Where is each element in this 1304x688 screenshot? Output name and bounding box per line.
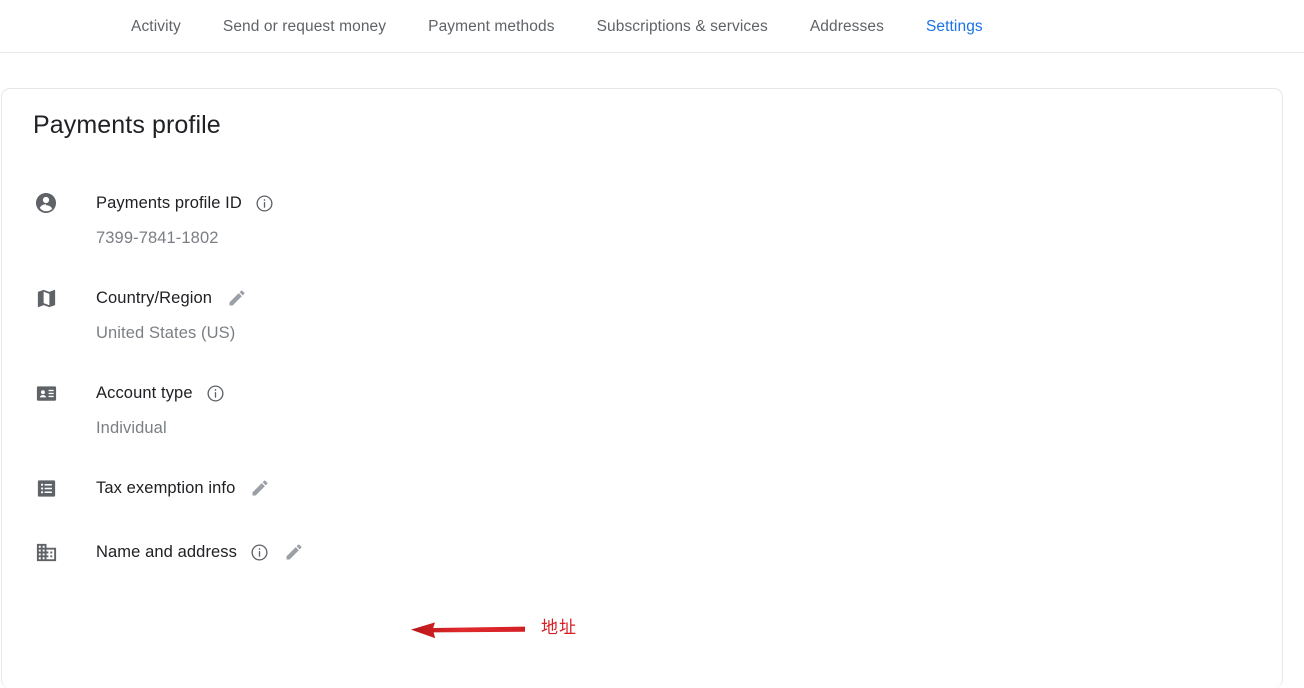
info-icon[interactable] (206, 384, 225, 403)
field-row-tax-exemption-info: Tax exemption info (2, 472, 1282, 504)
field-header: Account type (2, 377, 1282, 409)
field-row-payments-profile-id: Payments profile ID 7399-7841-1802 (2, 187, 1282, 248)
payments-profile-card: Payments profile Payments profile ID 739… (1, 88, 1283, 688)
field-value: United States (US) (96, 324, 236, 342)
info-icon[interactable] (250, 543, 269, 562)
tab-send-or-request-money[interactable]: Send or request money (223, 0, 386, 53)
field-header: Payments profile ID (2, 187, 1282, 219)
edit-pencil-icon[interactable] (283, 542, 304, 563)
row-spacer (2, 248, 1282, 282)
tab-settings-label: Settings (925, 17, 983, 35)
field-label: Tax exemption info (96, 478, 236, 497)
tab-addresses-label: Addresses (809, 17, 884, 35)
field-header: Tax exemption info (2, 472, 1282, 504)
tab-send-or-request-money-label: Send or request money (222, 17, 387, 35)
field-row-country-region: Country/Region United States (US) (2, 282, 1282, 343)
tab-activity-label: Activity (131, 17, 181, 35)
tab-activity[interactable]: Activity (131, 0, 181, 53)
row-spacer (2, 504, 1282, 536)
edit-pencil-icon[interactable] (249, 478, 270, 499)
tab-list: Activity Send or request money Payment m… (0, 0, 1304, 53)
list-receipt-icon (33, 475, 59, 501)
row-spacer (2, 343, 1282, 377)
field-label: Account type (96, 383, 193, 402)
edit-pencil-icon[interactable] (226, 288, 247, 309)
annotation-text: 地址 (541, 618, 577, 637)
field-header: Country/Region (2, 282, 1282, 314)
tab-payment-methods-label: Payment methods (428, 17, 555, 35)
account-circle-icon (33, 190, 59, 216)
tab-settings[interactable]: Settings (926, 0, 983, 53)
contact-card-icon (33, 380, 59, 406)
row-spacer (2, 438, 1282, 472)
map-icon (33, 285, 59, 311)
field-row-account-type: Account type Individual (2, 377, 1282, 438)
field-header: Name and address (2, 536, 1282, 568)
field-value: Individual (96, 419, 167, 437)
tab-addresses[interactable]: Addresses (810, 0, 884, 53)
primary-navigation-tabbar: Activity Send or request money Payment m… (0, 0, 1304, 53)
page-title: Payments profile (33, 111, 221, 139)
info-icon[interactable] (255, 194, 274, 213)
field-label: Payments profile ID (96, 193, 242, 212)
field-row-name-and-address: Name and address (2, 536, 1282, 568)
tab-subscriptions-and-services-label: Subscriptions & services (596, 17, 768, 35)
field-label: Name and address (96, 542, 238, 561)
tab-subscriptions-and-services[interactable]: Subscriptions & services (597, 0, 768, 53)
profile-field-list: Payments profile ID 7399-7841-1802 Count… (2, 187, 1282, 568)
business-building-icon (33, 539, 59, 565)
field-value: 7399-7841-1802 (96, 229, 219, 247)
field-label: Country/Region (96, 288, 213, 307)
tab-payment-methods[interactable]: Payment methods (428, 0, 554, 53)
